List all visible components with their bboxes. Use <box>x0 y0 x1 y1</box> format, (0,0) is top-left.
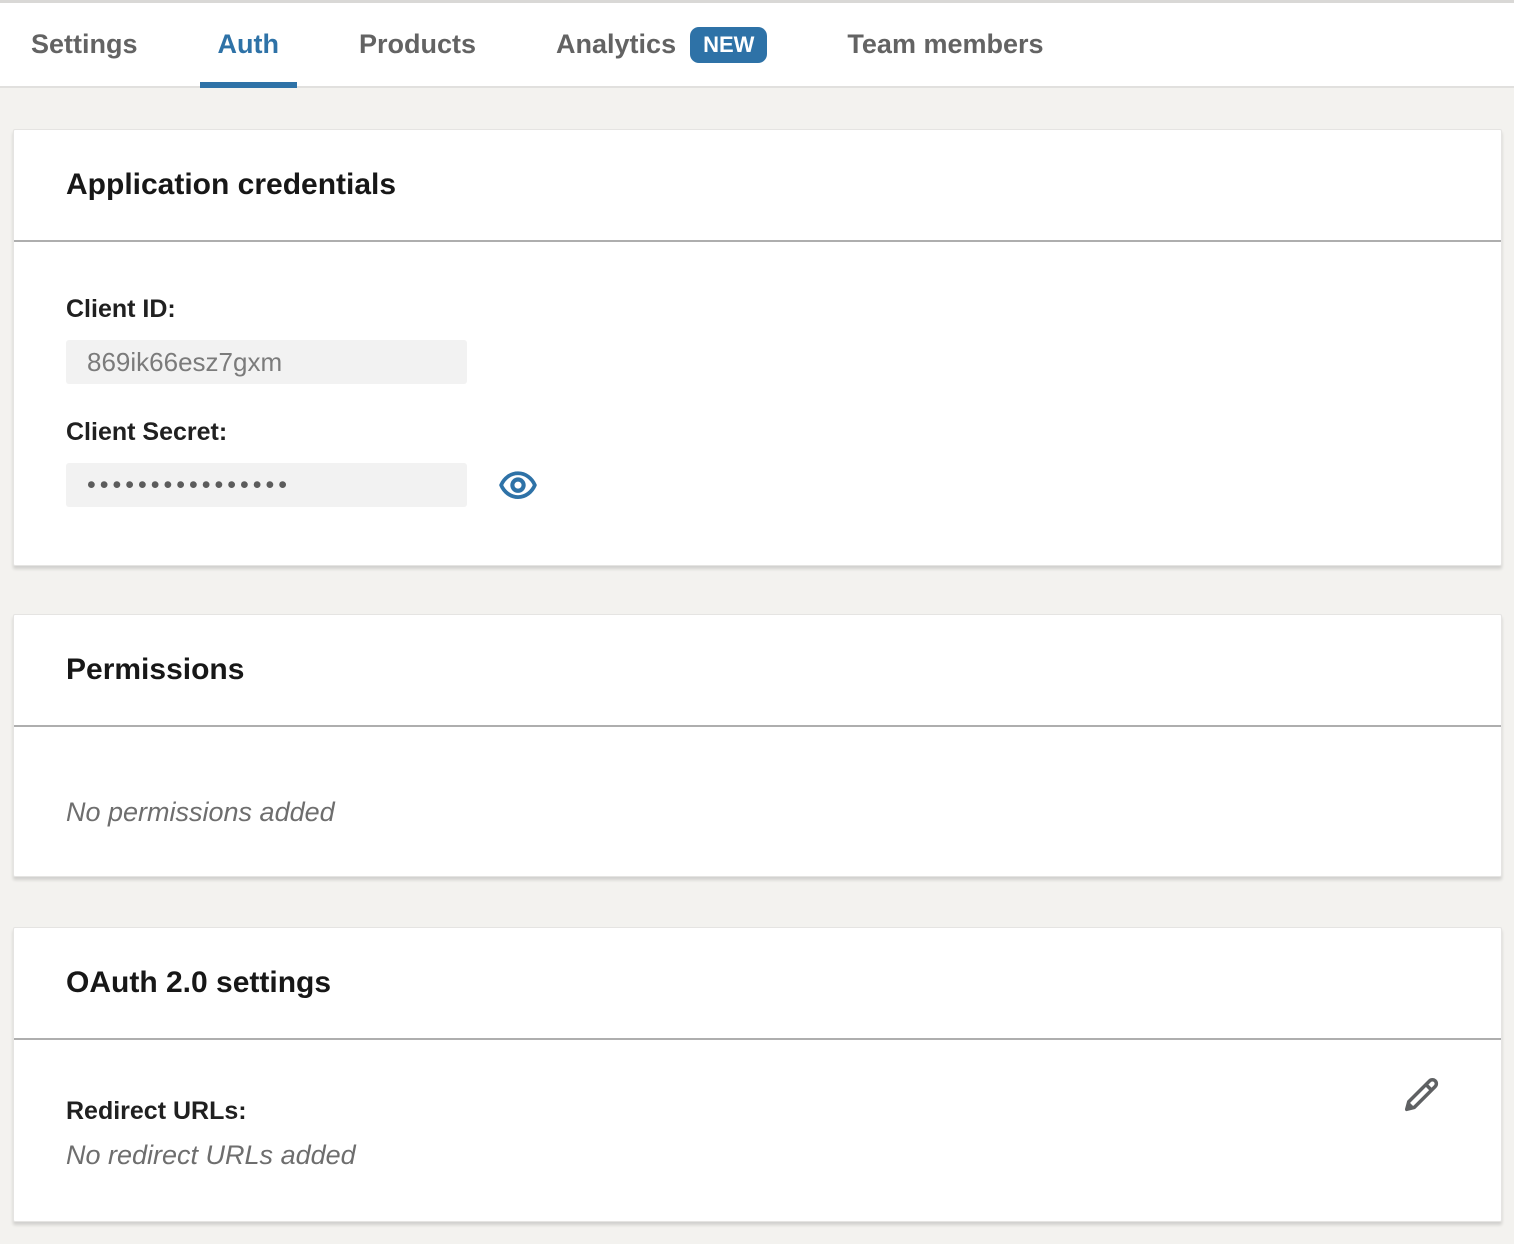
client-secret-row: •••••••••••••••• <box>66 463 1449 507</box>
reveal-client-secret-button[interactable] <box>498 469 538 502</box>
auth-tab-content: Application credentials Client ID: 869ik… <box>0 88 1514 1222</box>
tab-auth-label: Auth <box>218 29 279 60</box>
client-id-label: Client ID: <box>66 294 1449 324</box>
application-credentials-card: Application credentials Client ID: 869ik… <box>13 129 1502 566</box>
tab-team-members-label: Team members <box>847 29 1043 60</box>
oauth-settings-body: Redirect URLs: No redirect URLs added <box>14 1040 1501 1221</box>
tab-products[interactable]: Products <box>359 3 476 86</box>
permissions-header: Permissions <box>14 615 1501 727</box>
pencil-icon <box>1399 1073 1443 1117</box>
client-secret-value: •••••••••••••••• <box>66 463 467 507</box>
redirect-urls-empty-text: No redirect URLs added <box>66 1140 1449 1170</box>
tab-analytics-label: Analytics <box>556 29 676 60</box>
oauth-settings-title: OAuth 2.0 settings <box>66 966 331 1000</box>
tab-analytics[interactable]: Analytics NEW <box>556 3 767 86</box>
edit-redirect-urls-button[interactable] <box>1399 1073 1443 1117</box>
permissions-card: Permissions No permissions added <box>13 614 1502 877</box>
new-badge: NEW <box>690 27 767 63</box>
permissions-body: No permissions added <box>14 727 1501 876</box>
client-secret-label: Client Secret: <box>66 417 1449 447</box>
permissions-empty-text: No permissions added <box>66 797 1449 827</box>
tab-settings[interactable]: Settings <box>31 3 138 86</box>
application-credentials-header: Application credentials <box>14 130 1501 242</box>
client-id-value: 869ik66esz7gxm <box>66 340 467 384</box>
tab-products-label: Products <box>359 29 476 60</box>
application-credentials-title: Application credentials <box>66 168 396 202</box>
permissions-title: Permissions <box>66 653 244 687</box>
tab-auth[interactable]: Auth <box>218 3 279 86</box>
redirect-urls-label: Redirect URLs: <box>66 1096 1449 1126</box>
oauth-settings-card: OAuth 2.0 settings Redirect URLs: No red… <box>13 927 1502 1222</box>
tab-bar: Settings Auth Products Analytics NEW Tea… <box>0 0 1514 88</box>
tab-team-members[interactable]: Team members <box>847 3 1043 86</box>
tab-settings-label: Settings <box>31 29 138 60</box>
oauth-settings-header: OAuth 2.0 settings <box>14 928 1501 1040</box>
application-credentials-body: Client ID: 869ik66esz7gxm Client Secret:… <box>14 242 1501 565</box>
eye-icon <box>498 469 538 502</box>
